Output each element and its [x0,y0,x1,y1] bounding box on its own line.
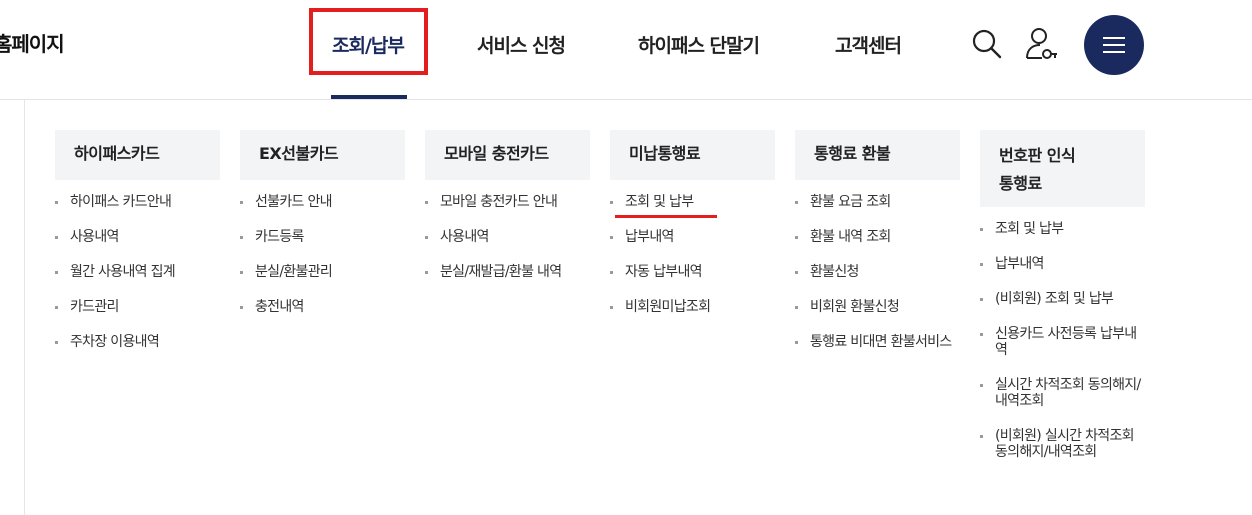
menu-link[interactable]: 조회 및 납부 [980,221,1145,237]
menu-column-unpaid-toll: 미납통행료 조회 및 납부 납부내역 자동 납부내역 비회원미납조회 [610,130,775,334]
menu-link[interactable]: 사용내역 [55,229,220,245]
menu-column-hipass-card: 하이패스카드 하이패스 카드안내 사용내역 월간 사용내역 집계 카드관리 주차… [55,130,220,369]
menu-link[interactable]: 환불신청 [795,264,960,280]
menu-link[interactable]: 환불 내역 조회 [795,229,960,245]
menu-link[interactable]: 하이패스 카드안내 [55,194,220,210]
menu-link[interactable]: 분실/재발급/환불 내역 [425,264,590,280]
menu-link[interactable]: 월간 사용내역 집계 [55,264,220,280]
search-icon[interactable] [971,28,1003,60]
menu-link[interactable]: 납부내역 [610,229,775,245]
nav-hipass-terminal[interactable]: 하이패스 단말기 [638,31,760,58]
menu-link-inquiry-payment[interactable]: 조회 및 납부 [610,194,775,218]
menu-link[interactable]: 선불카드 안내 [240,194,405,210]
menu-heading[interactable]: 모바일 충전카드 [425,130,590,180]
home-title[interactable]: 홈페이지 [0,28,65,57]
hamburger-menu-icon[interactable] [1084,15,1144,75]
divider [24,100,25,515]
menu-heading[interactable]: 번호판 인식 통행료 [980,130,1145,207]
menu-link[interactable]: 비회원미납조회 [610,299,775,315]
menu-link[interactable]: (비회원) 실시간 차적조회 동의해지/내역조회 [980,428,1145,460]
menu-link[interactable]: 통행료 비대면 환불서비스 [795,334,960,350]
menu-link[interactable]: (비회원) 조회 및 납부 [980,291,1145,307]
menu-link[interactable]: 주차장 이용내역 [55,334,220,350]
menu-column-plate-recognition-toll: 번호판 인식 통행료 조회 및 납부 납부내역 (비회원) 조회 및 납부 신용… [980,130,1145,479]
menu-column-mobile-charge-card: 모바일 충전카드 모바일 충전카드 안내 사용내역 분실/재발급/환불 내역 [425,130,590,299]
menu-column-ex-prepaid-card: EX선불카드 선불카드 안내 카드등록 분실/환불관리 충전내역 [240,130,405,334]
active-nav-indicator [331,95,407,99]
menu-link[interactable]: 카드관리 [55,299,220,315]
menu-link[interactable]: 분실/환불관리 [240,264,405,280]
nav-service-application[interactable]: 서비스 신청 [477,31,566,58]
menu-link[interactable]: 자동 납부내역 [610,264,775,280]
menu-link[interactable]: 납부내역 [980,256,1145,272]
menu-link[interactable]: 사용내역 [425,229,590,245]
menu-link[interactable]: 신용카드 사전등록 납부내역 [980,326,1145,358]
menu-link[interactable]: 비회원 환불신청 [795,299,960,315]
menu-link[interactable]: 실시간 차적조회 동의해지/내역조회 [980,377,1145,409]
highlight-box [309,8,428,75]
menu-link[interactable]: 충전내역 [240,299,405,315]
menu-link[interactable]: 환불 요금 조회 [795,194,960,210]
menu-column-toll-refund: 통행료 환불 환불 요금 조회 환불 내역 조회 환불신청 비회원 환불신청 통… [795,130,960,369]
menu-heading[interactable]: EX선불카드 [240,130,405,180]
menu-heading[interactable]: 미납통행료 [610,130,775,180]
menu-link[interactable]: 모바일 충전카드 안내 [425,194,590,210]
menu-heading[interactable]: 통행료 환불 [795,130,960,180]
nav-customer-center[interactable]: 고객센터 [835,31,902,58]
site-header: 홈페이지 조회/납부 서비스 신청 하이패스 단말기 고객센터 [0,0,1252,100]
menu-heading[interactable]: 하이패스카드 [55,130,220,180]
menu-link[interactable]: 카드등록 [240,229,405,245]
menu-heading-line2: 통행료 [999,174,1042,193]
user-icon[interactable] [1024,26,1058,62]
menu-heading-line1: 번호판 인식 [999,146,1076,165]
